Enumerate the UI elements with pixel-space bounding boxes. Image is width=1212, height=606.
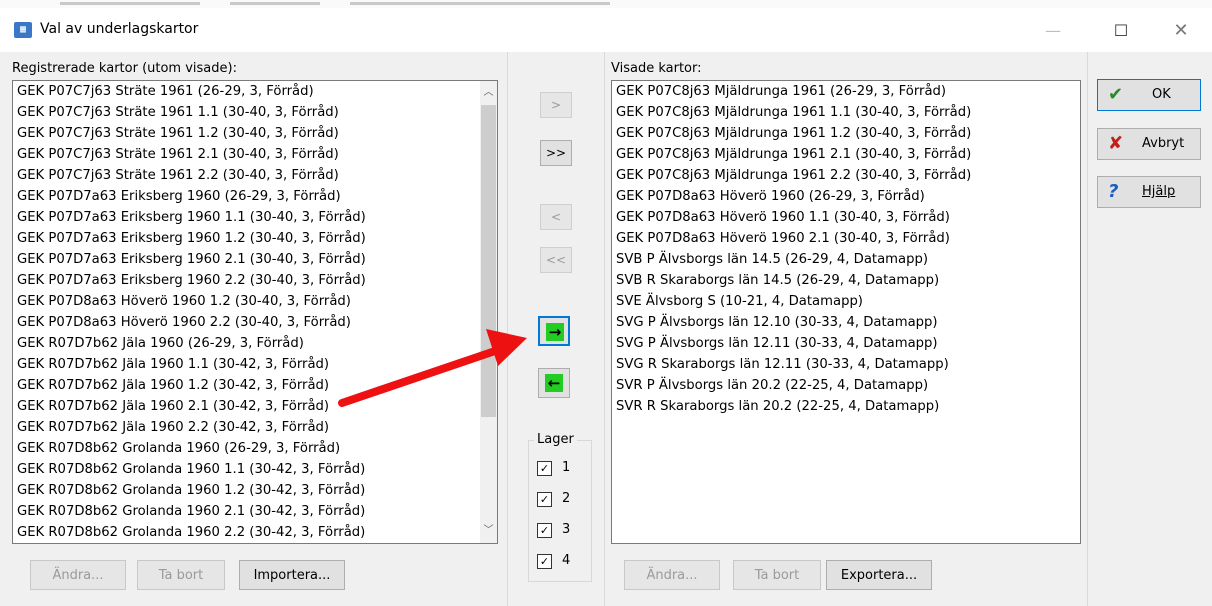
- annotation-arrow-icon: [338, 329, 527, 407]
